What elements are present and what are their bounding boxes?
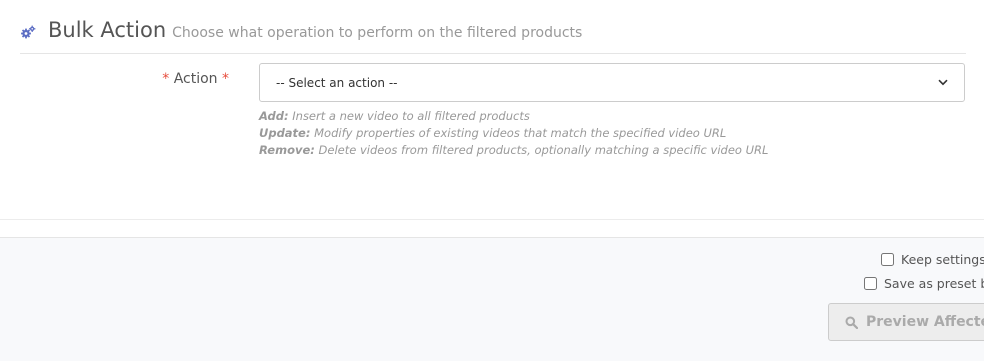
- footer-panel: Keep settings a Save as preset be Previe…: [0, 237, 984, 361]
- help-line-update: Update: Modify properties of existing vi…: [259, 125, 768, 142]
- help-term: Remove:: [259, 143, 315, 157]
- cogs-icon: [21, 25, 36, 39]
- action-select[interactable]: -- Select an action --: [259, 63, 965, 102]
- help-desc: Modify properties of existing videos tha…: [314, 126, 727, 140]
- keep-settings-checkbox[interactable]: [881, 253, 894, 266]
- action-label: * Action *: [20, 71, 229, 87]
- required-marker: *: [162, 71, 170, 87]
- search-icon: [845, 316, 858, 329]
- help-line-add: Add: Insert a new video to all filtered …: [259, 108, 768, 125]
- save-preset-label: Save as preset be: [884, 276, 984, 291]
- save-preset-checkbox[interactable]: [864, 277, 877, 290]
- section-divider: [0, 219, 984, 220]
- action-help: Add: Insert a new video to all filtered …: [259, 108, 768, 159]
- action-label-text: Action: [173, 71, 218, 87]
- header-divider: [20, 53, 966, 54]
- help-term: Add:: [259, 109, 289, 123]
- action-select-value: -- Select an action --: [276, 75, 398, 90]
- required-marker: *: [222, 71, 229, 87]
- help-desc: Delete videos from filtered products, op…: [318, 143, 769, 157]
- save-preset-row[interactable]: Save as preset be: [864, 276, 984, 291]
- help-line-remove: Remove: Delete videos from filtered prod…: [259, 142, 768, 159]
- preview-affected-button[interactable]: Preview Affected: [828, 303, 984, 341]
- section-title: Bulk Action: [48, 18, 167, 42]
- preview-affected-label: Preview Affected: [866, 314, 984, 330]
- keep-settings-label: Keep settings a: [901, 252, 984, 267]
- section-header: Bulk Action Choose what operation to per…: [20, 18, 966, 42]
- help-desc: Insert a new video to all filtered produ…: [292, 109, 530, 123]
- help-term: Update:: [259, 126, 311, 140]
- keep-settings-row[interactable]: Keep settings a: [881, 252, 984, 267]
- section-subtitle: Choose what operation to perform on the …: [172, 25, 583, 41]
- chevron-down-icon: [938, 79, 948, 86]
